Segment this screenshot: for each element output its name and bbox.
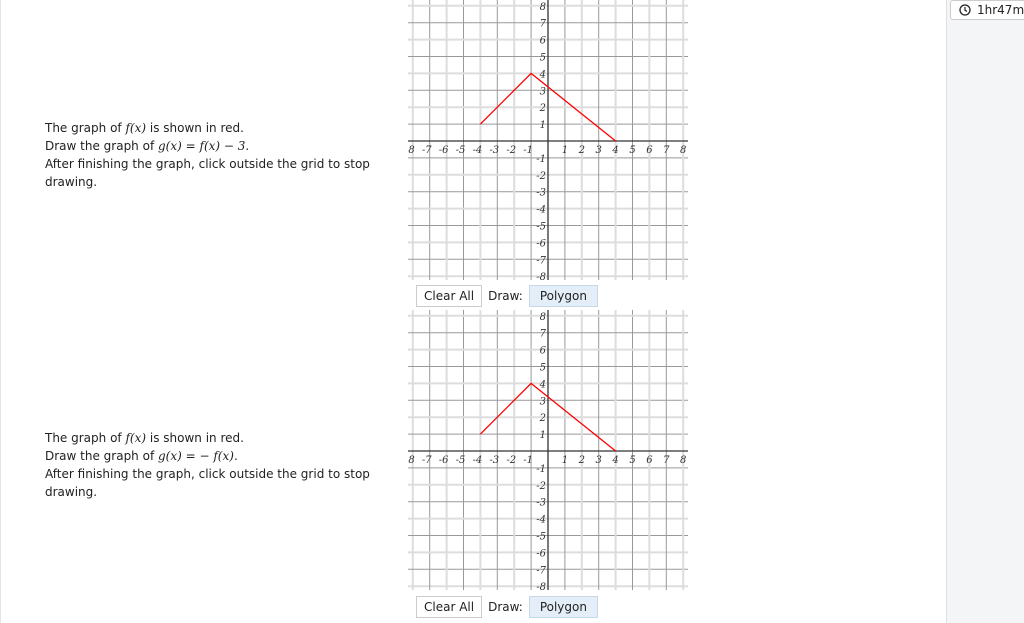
question-2-text: The graph of f(x) is shown in red. Draw …	[45, 429, 385, 501]
y-tick-label: 8	[540, 312, 546, 323]
x-tick-label: -2	[506, 145, 516, 156]
clock-icon	[959, 4, 971, 16]
draw-label: Draw:	[488, 289, 523, 303]
instruction: After finishing the graph, click outside…	[45, 157, 370, 189]
polygon-button[interactable]: Polygon	[528, 285, 598, 307]
text: is shown in red.	[146, 431, 244, 445]
x-tick-label: -3	[489, 455, 499, 466]
y-tick-label: 1	[540, 120, 546, 131]
y-tick-label: 8	[540, 2, 546, 13]
y-tick-label: -6	[536, 548, 546, 559]
x-tick-label: -4	[473, 455, 483, 466]
y-tick-label: -4	[536, 205, 546, 216]
x-tick-label: -5	[456, 455, 466, 466]
y-tick-label: -2	[536, 481, 546, 492]
x-tick-label: -8	[408, 455, 415, 466]
x-tick-label: 1	[562, 145, 568, 156]
y-tick-label: 6	[540, 346, 547, 357]
instruction: After finishing the graph, click outside…	[45, 467, 370, 499]
x-tick-label: -7	[422, 145, 432, 156]
x-tick-label: -2	[506, 455, 516, 466]
y-tick-label: -3	[536, 188, 546, 199]
x-tick-label: 8	[680, 145, 686, 156]
graph-grid-2[interactable]: -8-7-6-5-4-3-2-11234567887654321-1-2-3-4…	[408, 310, 688, 590]
y-tick-label: 3	[540, 396, 546, 407]
x-tick-label: 7	[663, 455, 670, 466]
y-tick-label: -8	[536, 582, 546, 590]
x-tick-label: -8	[408, 145, 415, 156]
y-tick-label: 4	[539, 379, 546, 390]
y-tick-label: 6	[540, 36, 547, 47]
x-tick-label: 6	[646, 455, 653, 466]
text: The graph of	[45, 121, 126, 135]
x-tick-label: -5	[456, 145, 466, 156]
math: g(x) = f(x) − 3.	[158, 139, 250, 153]
y-tick-label: -4	[536, 515, 546, 526]
y-tick-label: 5	[540, 363, 546, 374]
x-tick-label: 5	[629, 145, 635, 156]
x-tick-label: 4	[611, 455, 618, 466]
y-tick-label: -8	[536, 272, 546, 280]
y-tick-label: 2	[539, 103, 546, 114]
x-tick-label: -3	[489, 145, 499, 156]
x-tick-label: 1	[562, 455, 568, 466]
x-tick-label: -4	[473, 145, 483, 156]
x-tick-label: 2	[578, 145, 585, 156]
x-tick-label: 5	[629, 455, 635, 466]
text: The graph of	[45, 431, 126, 445]
x-tick-label: -1	[523, 455, 533, 466]
y-tick-label: 2	[539, 413, 546, 424]
x-tick-label: 8	[680, 455, 686, 466]
text: is shown in red.	[146, 121, 244, 135]
side-panel	[946, 0, 1024, 623]
clear-all-button[interactable]: Clear All	[416, 285, 483, 307]
toolbar-1: Clear All Draw: Polygon	[416, 285, 598, 307]
y-tick-label: 1	[540, 430, 546, 441]
question-1-text: The graph of f(x) is shown in red. Draw …	[45, 119, 385, 191]
y-tick-label: -1	[536, 154, 546, 165]
y-tick-label: 3	[540, 86, 546, 97]
y-tick-label: -7	[536, 565, 546, 576]
text: Draw the graph of	[45, 139, 158, 153]
y-tick-label: -6	[536, 238, 546, 249]
y-tick-label: -5	[536, 222, 546, 233]
math: f(x)	[125, 431, 147, 445]
x-tick-label: 2	[578, 455, 585, 466]
timer[interactable]: 1hr47m	[950, 0, 1024, 20]
y-tick-label: -5	[536, 532, 546, 543]
x-tick-label: 6	[646, 145, 653, 156]
y-tick-label: 5	[540, 53, 546, 64]
x-tick-label: 3	[596, 455, 602, 466]
x-tick-label: 7	[663, 145, 670, 156]
y-tick-label: -2	[536, 171, 546, 182]
y-tick-label: -7	[536, 255, 546, 266]
x-tick-label: 3	[596, 145, 602, 156]
math: f(x)	[125, 121, 147, 135]
math: g(x) = − f(x).	[158, 449, 238, 463]
timer-text: 1hr47m	[977, 3, 1024, 17]
x-tick-label: 4	[611, 145, 618, 156]
y-tick-label: -1	[536, 464, 546, 475]
y-tick-label: 4	[539, 69, 546, 80]
y-tick-label: -3	[536, 498, 546, 509]
x-tick-label: -6	[439, 455, 449, 466]
text: Draw the graph of	[45, 449, 158, 463]
toolbar-2: Clear All Draw: Polygon	[416, 596, 598, 618]
y-tick-label: 7	[540, 19, 547, 30]
y-tick-label: 7	[540, 329, 547, 340]
x-tick-label: -1	[523, 145, 533, 156]
polygon-button[interactable]: Polygon	[528, 596, 598, 618]
draw-label: Draw:	[488, 600, 523, 614]
x-tick-label: -6	[439, 145, 449, 156]
graph-grid-1[interactable]: -8-7-6-5-4-3-2-11234567887654321-1-2-3-4…	[408, 0, 688, 280]
x-tick-label: -7	[422, 455, 432, 466]
clear-all-button[interactable]: Clear All	[416, 596, 483, 618]
